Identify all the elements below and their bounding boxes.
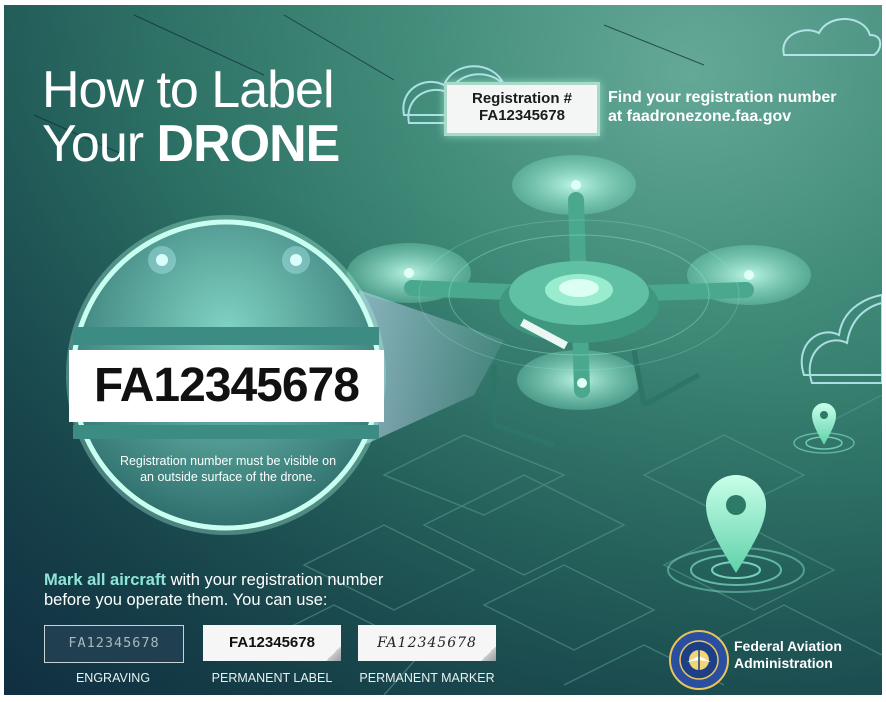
permanent-marker-sample: FA12345678 [358, 625, 496, 661]
find-line-2: at faadronezone.faa.gov [608, 108, 792, 125]
permanent-marker-sample-text: FA12345678 [377, 635, 477, 651]
mark-aircraft-instructions: Mark all aircraft with your registration… [44, 570, 383, 610]
faa-seal-icon [679, 640, 719, 680]
visibility-note-line-1: Registration number must be visible on [119, 454, 337, 468]
engraving-caption: ENGRAVING [75, 671, 151, 685]
registration-number: FA12345678 [479, 107, 565, 124]
permanent-label-sample: FA12345678 [203, 625, 341, 661]
drone-label-poster: How to Label Your DRONE Registration # F… [4, 5, 882, 695]
permanent-label-sample-text: FA12345678 [229, 634, 315, 651]
visibility-note-line-2: an outside surface of the drone. [140, 470, 316, 484]
faa-name: Federal Aviation Administration [734, 638, 842, 672]
title-line-2-prefix: Your [42, 115, 157, 173]
title-line-1: How to Label [42, 61, 335, 119]
engraving-sample-text: FA12345678 [68, 635, 160, 651]
registration-label: Registration # [471, 90, 573, 107]
find-line-1: Find your registration number [608, 89, 837, 106]
page-title: How to Label Your DRONE [42, 61, 341, 173]
mark-line-1: Mark all aircraft with your registration… [44, 570, 383, 590]
mark-line-1-rest: with your registration number [165, 571, 384, 589]
permanent-marker-caption: PERMANENT MARKER [359, 671, 495, 685]
engraving-sample: FA12345678 [44, 625, 184, 663]
zoomed-registration-number: FA12345678 [94, 359, 360, 412]
faa-name-line-2: Administration [734, 655, 833, 671]
cloud-right [800, 293, 882, 384]
mark-highlight: Mark all aircraft [44, 571, 166, 589]
title-line-2: Your DRONE [42, 115, 341, 173]
pin-large-icon [667, 475, 805, 593]
zoomed-registration-label: FA12345678 [69, 350, 384, 422]
registration-sample-box: Registration # FA12345678 [444, 82, 600, 136]
find-registration-text: Find your registration number at faadron… [608, 88, 836, 126]
title-line-2-bold: DRONE [156, 115, 341, 173]
visibility-note: Registration number must be visible on a… [104, 453, 352, 485]
cloud-top-right [782, 18, 882, 56]
faa-seal-logo [669, 630, 729, 690]
mark-line-2: before you operate them. You can use: [44, 591, 328, 609]
pin-small-icon [793, 403, 855, 454]
marker-curl [480, 647, 496, 661]
permanent-label-caption: PERMANENT LABEL [211, 671, 333, 685]
faa-name-line-1: Federal Aviation [734, 638, 842, 654]
label-curl [325, 647, 341, 661]
